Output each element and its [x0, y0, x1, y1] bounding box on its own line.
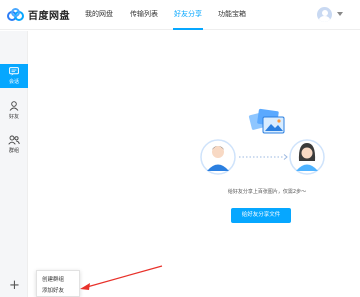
- share-illustration: [195, 105, 330, 185]
- share-file-button[interactable]: 给好友分享文件: [231, 208, 291, 223]
- share-caption: 给好友分享上百张图片，仅需2步～: [227, 189, 307, 195]
